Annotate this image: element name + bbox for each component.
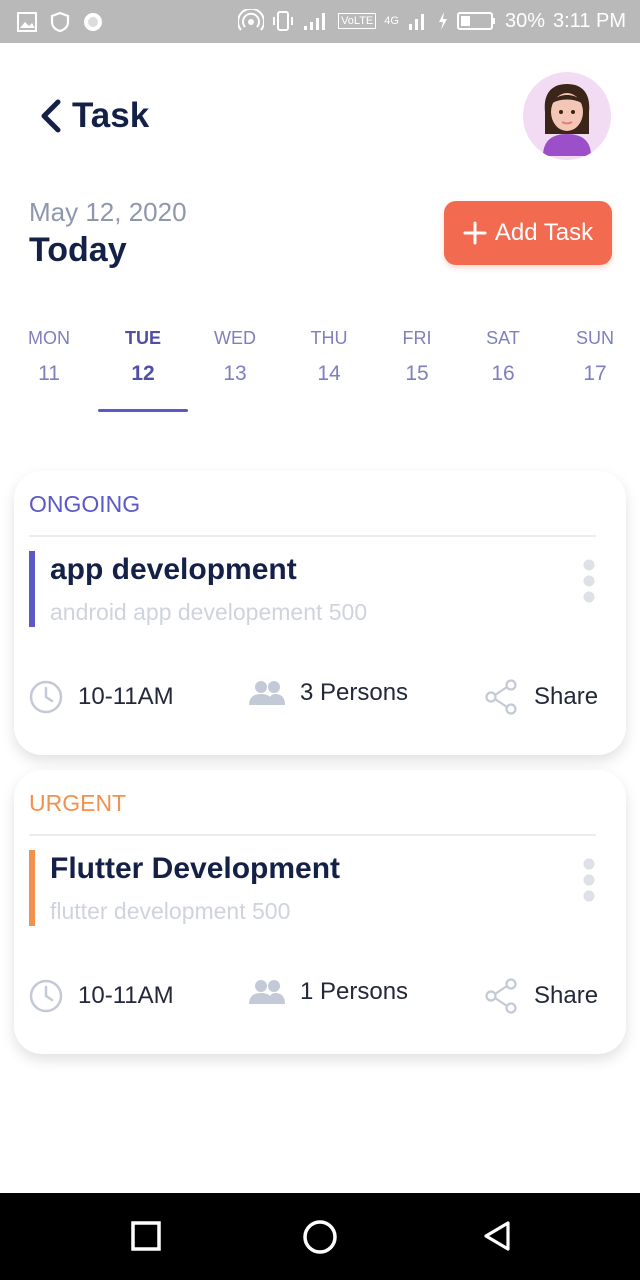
day-wed[interactable]: WED 13 — [195, 328, 275, 386]
more-vert-icon[interactable] — [582, 559, 596, 603]
battery-percent: 30% — [504, 9, 545, 32]
today-label: Today — [29, 231, 127, 269]
day-name: MON — [28, 328, 70, 348]
persons-text: 1 Persons — [300, 978, 409, 1005]
people-icon — [249, 980, 285, 1004]
day-fri[interactable]: FRI 15 — [377, 328, 457, 386]
day-number: 15 — [405, 362, 429, 385]
day-name: WED — [214, 328, 256, 348]
plus-icon — [463, 221, 487, 245]
day-number: 14 — [317, 362, 341, 385]
divider — [29, 834, 596, 836]
system-nav-bar — [0, 1193, 640, 1280]
shield-icon — [50, 11, 70, 33]
day-tue[interactable]: TUE 12 — [103, 328, 183, 386]
task-time: 10-11AM — [28, 978, 174, 1014]
task-time: 10-11AM — [28, 679, 174, 715]
day-name: SAT — [486, 328, 520, 348]
vibrate-icon — [273, 11, 294, 31]
avatar[interactable] — [523, 72, 611, 160]
task-card[interactable]: URGENT Flutter Development flutter devel… — [14, 770, 626, 1054]
divider — [29, 535, 596, 537]
persons-text: 3 Persons — [300, 679, 409, 706]
network-type: 4G — [384, 15, 399, 27]
day-thu[interactable]: THU 14 — [289, 328, 369, 386]
charging-icon — [438, 12, 447, 30]
clock-icon — [29, 680, 63, 714]
nav-home-icon[interactable] — [302, 1219, 338, 1255]
day-number: 13 — [223, 362, 247, 385]
share-button[interactable]: Share — [484, 679, 598, 715]
task-persons: 1 Persons — [248, 978, 408, 1006]
hotspot-icon — [238, 9, 265, 31]
time-text: 10-11AM — [78, 683, 174, 710]
share-icon — [485, 679, 517, 715]
status-bar-indicator — [29, 551, 35, 627]
clock-time: 3:11 PM — [553, 9, 626, 32]
signal-icon — [408, 14, 424, 30]
people-icon — [249, 681, 285, 705]
status-bar: VoLTE 4G 30% 3:11 PM — [0, 0, 640, 43]
battery-icon — [456, 12, 495, 30]
task-persons: 3 Persons — [248, 679, 408, 707]
nav-back-icon[interactable] — [482, 1220, 514, 1252]
more-vert-icon[interactable] — [582, 858, 596, 902]
task-title: app development — [50, 553, 297, 586]
day-name: SUN — [575, 328, 614, 348]
page-title: Task — [72, 96, 150, 135]
task-title: Flutter Development — [50, 852, 341, 885]
task-card[interactable]: ONGOING app development android app deve… — [14, 471, 626, 755]
day-number: 17 — [583, 362, 607, 385]
circle-icon — [84, 13, 102, 31]
current-date: May 12, 2020 — [29, 197, 187, 227]
volte-badge: VoLTE — [338, 13, 377, 29]
selected-day-indicator — [98, 409, 188, 412]
day-name: TUE — [125, 328, 161, 348]
share-button[interactable]: Share — [484, 978, 598, 1014]
task-subtitle: flutter development 500 — [50, 898, 291, 924]
day-mon[interactable]: MON 11 — [9, 328, 89, 386]
image-icon — [17, 12, 37, 32]
task-subtitle: android app developement 500 — [50, 599, 368, 625]
day-number: 11 — [38, 362, 60, 385]
day-number: 16 — [491, 362, 515, 385]
share-label: Share — [534, 982, 599, 1009]
add-task-button[interactable]: Add Task — [444, 201, 612, 265]
status-label: URGENT — [29, 790, 127, 816]
status-label: ONGOING — [29, 491, 141, 517]
day-number: 12 — [131, 362, 155, 385]
status-bar-indicator — [29, 850, 35, 926]
day-name: THU — [310, 328, 348, 348]
day-sat[interactable]: SAT 16 — [463, 328, 543, 386]
signal-icon — [304, 13, 326, 30]
back-arrow-icon[interactable] — [36, 96, 66, 136]
add-task-label: Add Task — [494, 219, 594, 246]
time-text: 10-11AM — [78, 982, 174, 1009]
nav-recents-icon[interactable] — [130, 1220, 162, 1252]
share-label: Share — [534, 683, 599, 710]
share-icon — [485, 978, 517, 1014]
day-name: FRI — [402, 328, 432, 348]
clock-icon — [29, 979, 63, 1013]
day-sun[interactable]: SUN 17 — [555, 328, 635, 386]
